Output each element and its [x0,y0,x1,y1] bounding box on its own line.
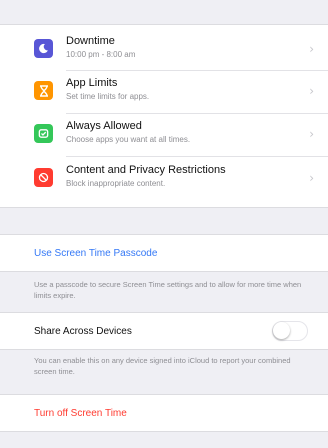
app-limits-title: App Limits [66,77,118,89]
content-restrictions-title: Content and Privacy Restrictions [66,164,226,176]
share-group: Share Across Devices [0,312,328,350]
share-across-devices-label: Share Across Devices [34,326,132,337]
moon-icon [34,39,53,58]
use-passcode-link[interactable]: Use Screen Time Passcode [34,248,157,259]
always-allowed-title: Always Allowed [66,120,142,132]
content-restrictions-subtitle: Block inappropriate content. [66,179,166,188]
divider [66,156,328,157]
no-entry-icon [34,168,53,187]
share-note: You can enable this on any device signed… [34,356,291,376]
hourglass-icon [34,81,53,100]
toggle-knob [273,322,290,339]
chevron-right-icon: › [309,42,314,56]
app-limits-row[interactable]: App Limits Set time limits for apps. › [0,71,328,111]
turn-off-group: Turn off Screen Time [0,394,328,432]
always-allowed-row[interactable]: Always Allowed Choose apps you want at a… [0,114,328,154]
chevron-right-icon: › [309,171,314,185]
downtime-subtitle: 10:00 pm - 8:00 am [66,50,136,59]
turn-off-screen-time-button[interactable]: Turn off Screen Time [34,408,127,419]
checkmark-bubble-icon [34,124,53,143]
chevron-right-icon: › [309,84,314,98]
app-limits-subtitle: Set time limits for apps. [66,92,150,101]
passcode-note: Use a passcode to secure Screen Time set… [34,280,302,300]
downtime-title: Downtime [66,35,115,47]
passcode-group: Use Screen Time Passcode [0,234,328,272]
share-across-devices-toggle[interactable] [272,321,308,341]
settings-group: Downtime 10:00 pm - 8:00 am › App Limits… [0,24,328,208]
screen-time-settings: Downtime 10:00 pm - 8:00 am › App Limits… [0,0,328,448]
always-allowed-subtitle: Choose apps you want at all times. [66,135,191,144]
chevron-right-icon: › [309,127,314,141]
content-restrictions-row[interactable]: Content and Privacy Restrictions Block i… [0,158,328,198]
downtime-row[interactable]: Downtime 10:00 pm - 8:00 am › [0,29,328,69]
